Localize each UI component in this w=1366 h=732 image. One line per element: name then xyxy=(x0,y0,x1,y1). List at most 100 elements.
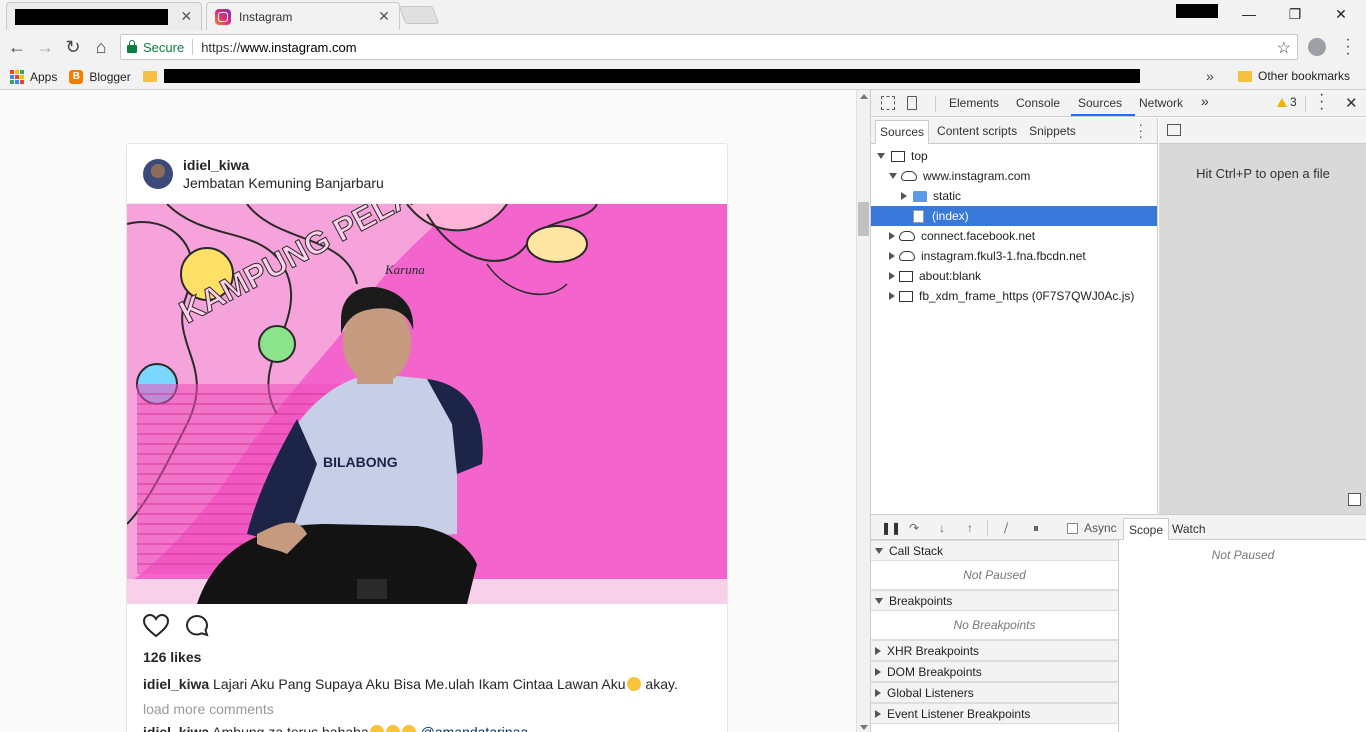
minimize-button[interactable]: — xyxy=(1226,4,1272,24)
subtab-sources[interactable]: Sources xyxy=(875,119,930,144)
tree-item-facebook[interactable]: connect.facebook.net xyxy=(871,226,1157,246)
post-location[interactable]: Jembatan Kemuning Banjarbaru xyxy=(183,175,384,191)
collapse-arrow-icon xyxy=(875,688,881,697)
back-button[interactable]: ← xyxy=(6,36,28,58)
post-username[interactable]: idiel_kiwa xyxy=(183,157,384,173)
other-bookmarks[interactable]: Other bookmarks xyxy=(1238,69,1350,83)
tab-watch[interactable]: Watch xyxy=(1167,518,1211,540)
file-icon xyxy=(913,209,924,223)
tree-item-fb-xdm[interactable]: fb_xdm_frame_https (0F7S7QWJ0Ac.js) xyxy=(871,286,1157,306)
tab-instagram[interactable]: Instagram ✕ xyxy=(206,2,400,30)
forward-button[interactable]: → xyxy=(34,36,56,58)
redacted-tab-title xyxy=(15,8,168,25)
collapse-arrow-icon[interactable] xyxy=(901,192,907,200)
step-into-icon[interactable]: ↓ xyxy=(935,521,949,535)
tab-network[interactable]: Network xyxy=(1139,96,1183,110)
tree-item-about-blank[interactable]: about:blank xyxy=(871,266,1157,286)
collapse-arrow-icon[interactable] xyxy=(889,232,895,240)
new-tab-button[interactable] xyxy=(398,6,440,24)
xhr-breakpoints-title: XHR Breakpoints xyxy=(887,643,980,658)
profile-button-redacted[interactable] xyxy=(1176,4,1218,18)
comment-bubble-icon[interactable] xyxy=(185,614,209,641)
bookmark-blogger[interactable]: B Blogger xyxy=(69,69,131,84)
lock-icon xyxy=(127,40,137,53)
dom-breakpoints-header[interactable]: DOM Breakpoints xyxy=(871,661,1118,682)
devtools-panel: Elements Console Sources Network » 3 · · ·… xyxy=(870,87,1366,732)
bookmark-blogger-label: Blogger xyxy=(89,69,131,84)
address-bar[interactable]: Secure https://www.instagram.com ☆ xyxy=(120,34,1298,60)
pause-on-exceptions-icon[interactable]: ⏸ xyxy=(1029,521,1043,535)
page-scrollbar[interactable] xyxy=(856,90,870,732)
breakpoints-header[interactable]: Breakpoints xyxy=(871,590,1118,611)
pause-icon[interactable]: ❚❚ xyxy=(881,521,901,535)
comment-mention[interactable]: @amandatarinaa xyxy=(421,724,529,732)
reload-button[interactable]: ↻ xyxy=(62,36,84,58)
close-window-button[interactable]: ✕ xyxy=(1318,4,1364,24)
frame-icon xyxy=(891,150,905,162)
tab-sources[interactable]: Sources xyxy=(1078,96,1122,110)
tab-redacted[interactable]: ✕ xyxy=(6,2,202,30)
subtab-content-scripts[interactable]: Content scripts xyxy=(933,120,1021,142)
close-tab-icon[interactable]: ✕ xyxy=(180,8,193,25)
device-toolbar-icon[interactable] xyxy=(907,96,917,110)
url-text[interactable]: https://www.instagram.com xyxy=(201,40,356,55)
browser-menu-icon[interactable]: · · · xyxy=(1342,32,1354,62)
global-listeners-header[interactable]: Global Listeners xyxy=(871,682,1118,703)
step-out-icon[interactable]: ↑ xyxy=(963,521,977,535)
home-button[interactable]: ⌂ xyxy=(90,36,112,58)
close-devtools-icon[interactable]: ✕ xyxy=(1345,94,1358,112)
caption-username[interactable]: idiel_kiwa xyxy=(143,676,209,692)
security-label[interactable]: Secure xyxy=(143,40,184,55)
collapse-arrow-icon[interactable] xyxy=(889,272,895,280)
step-over-icon[interactable]: ↷ xyxy=(907,521,921,535)
deactivate-breakpoints-icon[interactable]: ⧸ xyxy=(999,521,1013,535)
collapse-arrow-icon[interactable] xyxy=(889,292,895,300)
scope-watch-tabs: Scope Watch xyxy=(1119,514,1366,540)
expand-arrow-icon[interactable] xyxy=(877,153,885,159)
debugger-sidebar: Call Stack Not Paused Breakpoints No Bre… xyxy=(871,540,1119,732)
photo-illustration: KAMPUNG PELANGI Karuna xyxy=(127,204,727,604)
warnings-counter[interactable]: 3 xyxy=(1277,95,1297,109)
post-photo[interactable]: KAMPUNG PELANGI Karuna xyxy=(127,204,727,604)
maximize-button[interactable]: ❐ xyxy=(1272,4,1318,24)
avatar[interactable] xyxy=(143,158,173,189)
close-tab-icon[interactable]: ✕ xyxy=(377,8,391,25)
tree-item-instagram[interactable]: www.instagram.com xyxy=(871,166,1157,186)
tab-console[interactable]: Console xyxy=(1016,96,1060,110)
toggle-debugger-icon[interactable] xyxy=(1348,493,1361,506)
collapse-arrow-icon[interactable] xyxy=(889,252,895,260)
call-stack-header[interactable]: Call Stack xyxy=(871,540,1118,561)
tree-item-fbcdn[interactable]: instagram.fkul3-1.fna.fbcdn.net xyxy=(871,246,1157,266)
scroll-up-arrow-icon[interactable] xyxy=(860,94,868,99)
async-checkbox[interactable] xyxy=(1067,522,1078,534)
async-toggle[interactable]: Async xyxy=(1067,521,1117,535)
event-listener-breakpoints-header[interactable]: Event Listener Breakpoints xyxy=(871,703,1118,724)
breakpoints-title: Breakpoints xyxy=(889,593,953,608)
scroll-down-arrow-icon[interactable] xyxy=(860,725,868,730)
xhr-breakpoints-header[interactable]: XHR Breakpoints xyxy=(871,640,1118,661)
load-more-comments-link[interactable]: load more comments xyxy=(143,701,274,717)
comment-username[interactable]: idiel_kiwa xyxy=(143,724,209,732)
caption-text: Lajari Aku Pang Supaya Aku Bisa Me.ulah … xyxy=(213,676,626,692)
navigator-menu-icon[interactable]: · · · xyxy=(1138,117,1143,143)
tree-item-index[interactable]: (index) xyxy=(871,206,1157,226)
toggle-navigator-icon[interactable] xyxy=(1167,124,1181,136)
likes-count[interactable]: 126 likes xyxy=(143,649,201,665)
tab-elements[interactable]: Elements xyxy=(949,96,999,110)
cloud-icon xyxy=(899,251,915,261)
devtools-menu-icon[interactable]: · · · xyxy=(1319,87,1324,117)
bookmarks-overflow-button[interactable]: » xyxy=(1206,68,1214,84)
inspect-element-icon[interactable] xyxy=(881,96,895,110)
tab-scope[interactable]: Scope xyxy=(1123,518,1170,540)
extension-icon[interactable] xyxy=(1308,38,1326,56)
expand-arrow-icon[interactable] xyxy=(889,173,897,179)
tree-item-static[interactable]: static xyxy=(871,186,1157,206)
bookmark-apps[interactable]: Apps xyxy=(10,69,57,84)
like-heart-icon[interactable] xyxy=(142,613,170,641)
tree-item-top[interactable]: top xyxy=(871,146,1157,166)
bookmark-folder[interactable] xyxy=(142,71,163,82)
more-tabs-button[interactable]: » xyxy=(1201,93,1209,109)
scroll-thumb[interactable] xyxy=(858,202,869,236)
subtab-snippets[interactable]: Snippets xyxy=(1025,120,1080,142)
bookmark-star-icon[interactable]: ☆ xyxy=(1277,38,1291,58)
